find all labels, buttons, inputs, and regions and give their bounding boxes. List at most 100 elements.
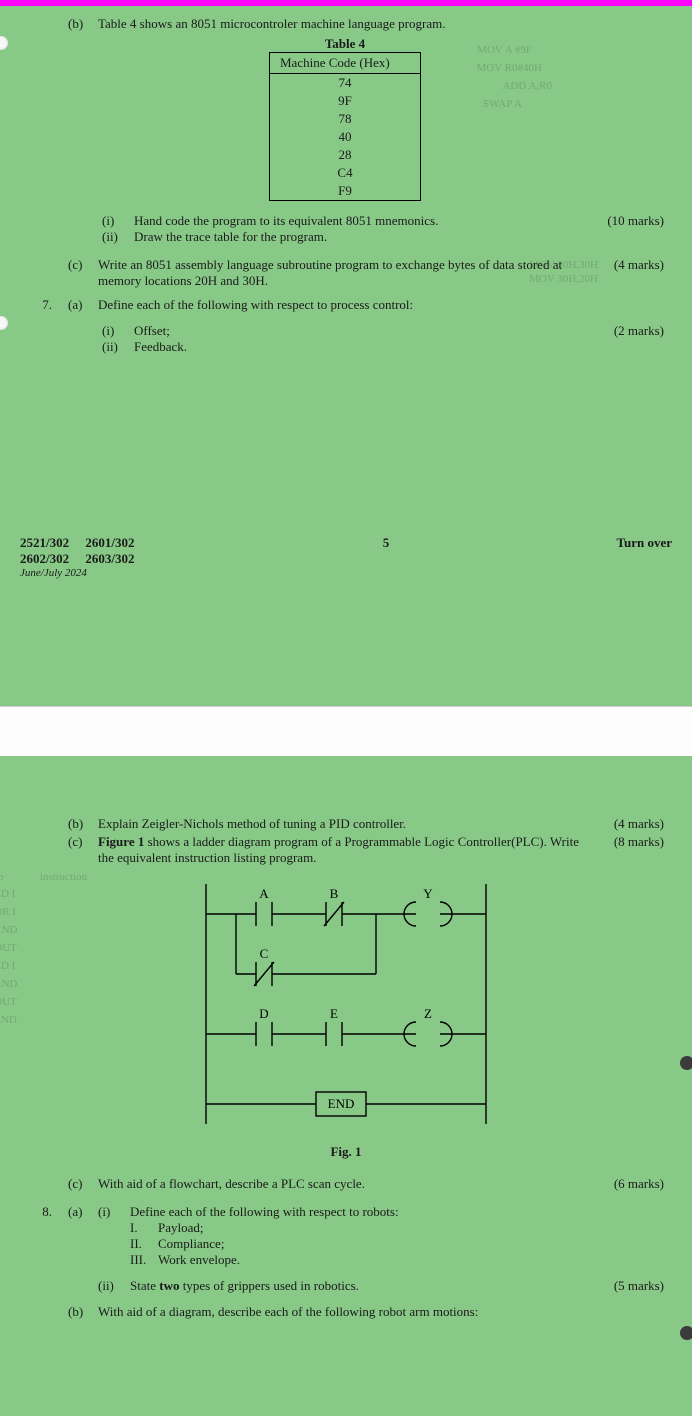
punch-hole: [680, 1056, 692, 1070]
page-footer: 2521/302 2601/302 2602/302 2603/302 June…: [20, 535, 672, 579]
question-text: With aid of a flowchart, describe a PLC …: [98, 1176, 365, 1191]
question-text: Table 4 shows an 8051 microcontroler mac…: [98, 16, 445, 31]
roman-num: III.: [130, 1252, 158, 1268]
handwriting: ADD A,R0: [502, 80, 552, 92]
handwriting: 3 OUT: [0, 942, 17, 954]
marks: (5 marks): [592, 1278, 672, 1294]
sub-num: (ii): [98, 1278, 130, 1294]
question-8a: 8. (a) (i) Define each of the following …: [20, 1204, 672, 1268]
roman-num: II.: [130, 1236, 158, 1252]
part-label: (c): [60, 257, 90, 273]
marks: (4 marks): [592, 816, 672, 832]
table-cell: F9: [270, 182, 420, 200]
handwriting: SWAP A: [483, 98, 522, 110]
sub-text: Draw the trace table for the program.: [134, 229, 327, 245]
marks: (4 marks): [592, 257, 672, 273]
marks: (8 marks): [592, 834, 672, 850]
question-text: With aid of a diagram, describe each of …: [98, 1304, 478, 1319]
paper-code: 2602/302: [20, 551, 69, 566]
table-cell: 9F: [270, 92, 420, 110]
exam-session: June/July 2024: [20, 567, 220, 579]
sub-num: (i): [102, 213, 134, 229]
item-text: Compliance;: [158, 1236, 224, 1252]
sub-text: State two types of grippers used in robo…: [130, 1278, 359, 1293]
contact-label-c: C: [260, 946, 269, 961]
table-4: Machine Code (Hex) 74 9F 78 40 28 C4 F9: [269, 52, 421, 201]
contact-label-b: B: [330, 886, 339, 901]
contact-label-d: D: [259, 1006, 268, 1021]
handwriting: 4 LD I: [0, 960, 15, 972]
handwriting: instruction: [40, 871, 87, 883]
handwriting: step: [0, 871, 4, 883]
question-7c: (c) Figure 1 shows a ladder diagram prog…: [20, 834, 672, 866]
end-label: END: [328, 1096, 355, 1111]
part-label: (b): [60, 1304, 90, 1320]
figure-caption: Fig. 1: [20, 1144, 672, 1160]
table-cell: 28: [270, 146, 420, 164]
table-header: Machine Code (Hex): [270, 53, 420, 74]
subquestion-7a-list: (i) Offset; (ii) Feedback. (2 marks): [20, 323, 672, 355]
table-cell: C4: [270, 164, 420, 182]
sub-text: Feedback.: [134, 339, 187, 355]
exam-page-5: (b) Table 4 shows an 8051 microcontroler…: [0, 6, 692, 706]
subquestion-6b-i: (i) Hand code the program to its equival…: [20, 213, 672, 245]
item-text: Work envelope.: [158, 1252, 240, 1268]
turn-over: Turn over: [552, 535, 672, 579]
marks: (6 marks): [592, 1176, 672, 1192]
handwriting: 7 END: [0, 1014, 17, 1026]
paper-code: 2521/302: [20, 535, 69, 550]
marks: (10 marks): [592, 213, 672, 229]
handwriting: MOV 30H,20H: [529, 273, 598, 285]
part-label: (a): [60, 297, 90, 313]
page-number: 5: [220, 535, 552, 579]
sub-num: (ii): [102, 339, 134, 355]
sub-text: Hand code the program to its equivalent …: [134, 213, 438, 229]
contact-label-a: A: [259, 886, 269, 901]
sub-num: (i): [98, 1204, 130, 1268]
exam-page-6: step instruction 0 LD I 1 OR I 2 AND 3 O…: [0, 756, 692, 1416]
handwriting: MOV R0#40H: [476, 62, 542, 74]
sub-text: Define each of the following with respec…: [130, 1204, 399, 1220]
question-text: Write an 8051 assembly language subrouti…: [98, 257, 562, 288]
question-7b: (b) Explain Zeigler-Nichols method of tu…: [20, 816, 672, 832]
handwriting: 0 LD I: [0, 888, 15, 900]
contact-label-e: E: [330, 1006, 338, 1021]
paper-code: 2601/302: [85, 535, 134, 550]
handwriting: 1 OR I: [0, 906, 16, 918]
question-text: Explain Zeigler-Nichols method of tuning…: [98, 816, 406, 831]
item-text: Payload;: [158, 1220, 204, 1236]
handwriting: 6 OUT: [0, 996, 17, 1008]
question-7c-flowchart: (c) With aid of a flowchart, describe a …: [20, 1176, 672, 1192]
coil-label-z: Z: [424, 1006, 432, 1021]
part-label: (c): [60, 1176, 90, 1192]
coil-label-y: Y: [423, 886, 433, 901]
handwriting: MOV 20H,30H: [529, 259, 598, 271]
question-7a: 7. (a) Define each of the following with…: [20, 297, 672, 313]
punch-hole: [0, 316, 8, 330]
figure-ref: Figure 1: [98, 834, 144, 849]
question-6c: (c) Write an 8051 assembly language subr…: [20, 257, 672, 289]
table-cell: 78: [270, 110, 420, 128]
table-cell: 40: [270, 128, 420, 146]
part-label: (a): [60, 1204, 90, 1220]
part-label: (b): [60, 16, 90, 32]
punch-hole: [0, 36, 8, 50]
roman-num: I.: [130, 1220, 158, 1236]
question-text: Define each of the following with respec…: [98, 297, 413, 312]
page-gap: [0, 706, 692, 756]
question-number: 7.: [20, 297, 60, 313]
paper-code: 2603/302: [85, 551, 134, 566]
handwriting: 5 AND: [0, 978, 17, 990]
part-label: (c): [60, 834, 90, 850]
sub-text: Offset;: [134, 323, 170, 339]
question-text: shows a ladder diagram program of a Prog…: [98, 834, 579, 865]
handwriting: 2 AND: [0, 924, 17, 936]
punch-hole: [680, 1326, 692, 1340]
part-label: (b): [60, 816, 90, 832]
marks: (2 marks): [592, 323, 672, 339]
sub-num: (ii): [102, 229, 134, 245]
table-cell: 74: [270, 74, 420, 92]
question-8b: (b) With aid of a diagram, describe each…: [20, 1304, 672, 1320]
question-number: 8.: [20, 1204, 60, 1220]
ladder-diagram: A B Y C D E Z END: [20, 874, 672, 1138]
